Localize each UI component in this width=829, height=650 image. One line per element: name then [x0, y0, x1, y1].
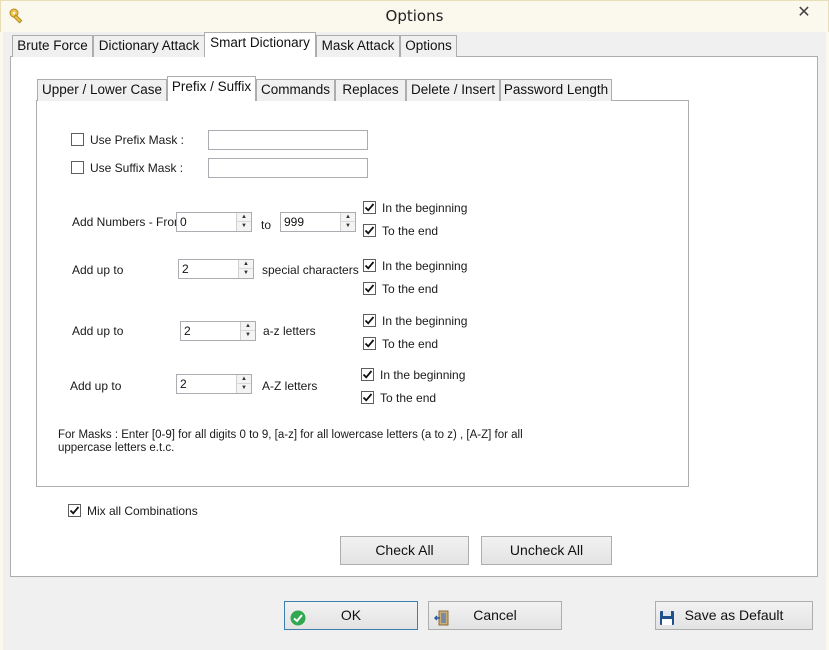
mix-combinations-label: Mix all Combinations [87, 504, 198, 518]
spin-up-icon[interactable]: ▲ [341, 213, 355, 222]
uncheck-all-button[interactable]: Uncheck All [481, 536, 612, 565]
spin-down-icon[interactable]: ▼ [241, 331, 255, 340]
numbers-begin-label: In the beginning [382, 201, 468, 215]
numbers-begin-checkbox[interactable] [363, 201, 376, 214]
upper-begin-label: In the beginning [380, 368, 466, 382]
numbers-to-stepper[interactable]: 999 ▲ ▼ [280, 212, 356, 232]
save-default-button[interactable]: Save as Default [655, 601, 813, 630]
special-add-label: Add up to [72, 263, 124, 277]
spin-up-icon[interactable]: ▲ [237, 213, 251, 222]
save-default-label: Save as Default [684, 607, 784, 623]
special-begin-label: In the beginning [382, 259, 468, 273]
prefix-mask-checkbox[interactable] [71, 133, 84, 146]
special-begin-checkbox[interactable] [363, 259, 376, 272]
lower-begin-label: In the beginning [382, 314, 468, 328]
lower-end-checkbox[interactable] [363, 337, 376, 350]
upper-begin-checkbox[interactable] [361, 368, 374, 381]
special-end-label: To the end [382, 282, 439, 296]
lower-count-stepper[interactable]: 2 ▲ ▼ [180, 321, 256, 341]
upper-end-checkbox[interactable] [361, 391, 374, 404]
mask-help-line-2: uppercase letters e.t.c. [58, 442, 175, 454]
lower-add-label: Add up to [72, 324, 124, 338]
tab-dictionary-attack[interactable]: Dictionary Attack [93, 35, 205, 57]
suffix-mask-label: Use Suffix Mask : [90, 161, 184, 175]
tab-mask-attack[interactable]: Mask Attack [316, 35, 400, 57]
window-frame-left [0, 32, 3, 650]
spin-down-icon[interactable]: ▼ [341, 222, 355, 231]
mix-combinations-checkbox[interactable] [68, 504, 81, 517]
numbers-to-label: to [261, 218, 272, 232]
spin-down-icon[interactable]: ▼ [237, 384, 251, 393]
spin-down-icon[interactable]: ▼ [239, 269, 253, 278]
prefix-mask-input[interactable] [208, 130, 368, 150]
lower-suffix-label: a-z letters [263, 324, 316, 338]
cancel-label: Cancel [473, 607, 517, 623]
cancel-button[interactable]: Cancel [428, 601, 562, 630]
suffix-mask-input[interactable] [208, 158, 368, 178]
tab-password-length[interactable]: Password Length [500, 79, 612, 101]
suffix-mask-checkbox[interactable] [71, 161, 84, 174]
lower-end-label: To the end [382, 337, 439, 351]
ok-button[interactable]: OK [284, 601, 418, 630]
numbers-from-value: 0 [180, 215, 187, 229]
window-title: Options [385, 7, 444, 25]
ok-label: OK [340, 607, 362, 623]
mask-help-line-1: For Masks : Enter [0-9] for all digits 0… [58, 429, 523, 441]
spin-up-icon[interactable]: ▲ [239, 260, 253, 269]
tab-replaces[interactable]: Replaces [335, 79, 406, 101]
numbers-end-label: To the end [382, 224, 439, 238]
tab-brute-force[interactable]: Brute Force [12, 35, 93, 57]
lower-count-value: 2 [184, 324, 191, 338]
upper-count-value: 2 [180, 377, 187, 391]
upper-add-label: Add up to [70, 379, 122, 393]
tab-commands[interactable]: Commands [256, 79, 335, 101]
numbers-end-checkbox[interactable] [363, 224, 376, 237]
spin-down-icon[interactable]: ▼ [237, 222, 251, 231]
spin-up-icon[interactable]: ▲ [241, 322, 255, 331]
upper-suffix-label: A-Z letters [262, 379, 318, 393]
upper-count-stepper[interactable]: 2 ▲ ▼ [176, 374, 252, 394]
add-numbers-label: Add Numbers - From [72, 215, 185, 229]
tab-options[interactable]: Options [400, 35, 457, 57]
special-count-stepper[interactable]: 2 ▲ ▼ [178, 259, 254, 279]
spin-up-icon[interactable]: ▲ [237, 375, 251, 384]
numbers-from-stepper[interactable]: 0 ▲ ▼ [176, 212, 252, 232]
special-end-checkbox[interactable] [363, 282, 376, 295]
upper-end-label: To the end [380, 391, 437, 405]
tab-smart-dictionary[interactable]: Smart Dictionary [204, 32, 316, 57]
close-button[interactable]: ✕ [790, 4, 818, 24]
tab-delete-insert[interactable]: Delete / Insert [406, 79, 500, 101]
tab-prefix-suffix[interactable]: Prefix / Suffix [167, 76, 256, 101]
check-all-button[interactable]: Check All [340, 536, 469, 565]
numbers-to-value: 999 [284, 215, 305, 229]
tab-upper-lower-case[interactable]: Upper / Lower Case [37, 79, 167, 101]
special-count-value: 2 [182, 262, 189, 276]
lower-begin-checkbox[interactable] [363, 314, 376, 327]
special-suffix-label: special characters [262, 263, 359, 277]
prefix-mask-label: Use Prefix Mask : [90, 133, 185, 147]
